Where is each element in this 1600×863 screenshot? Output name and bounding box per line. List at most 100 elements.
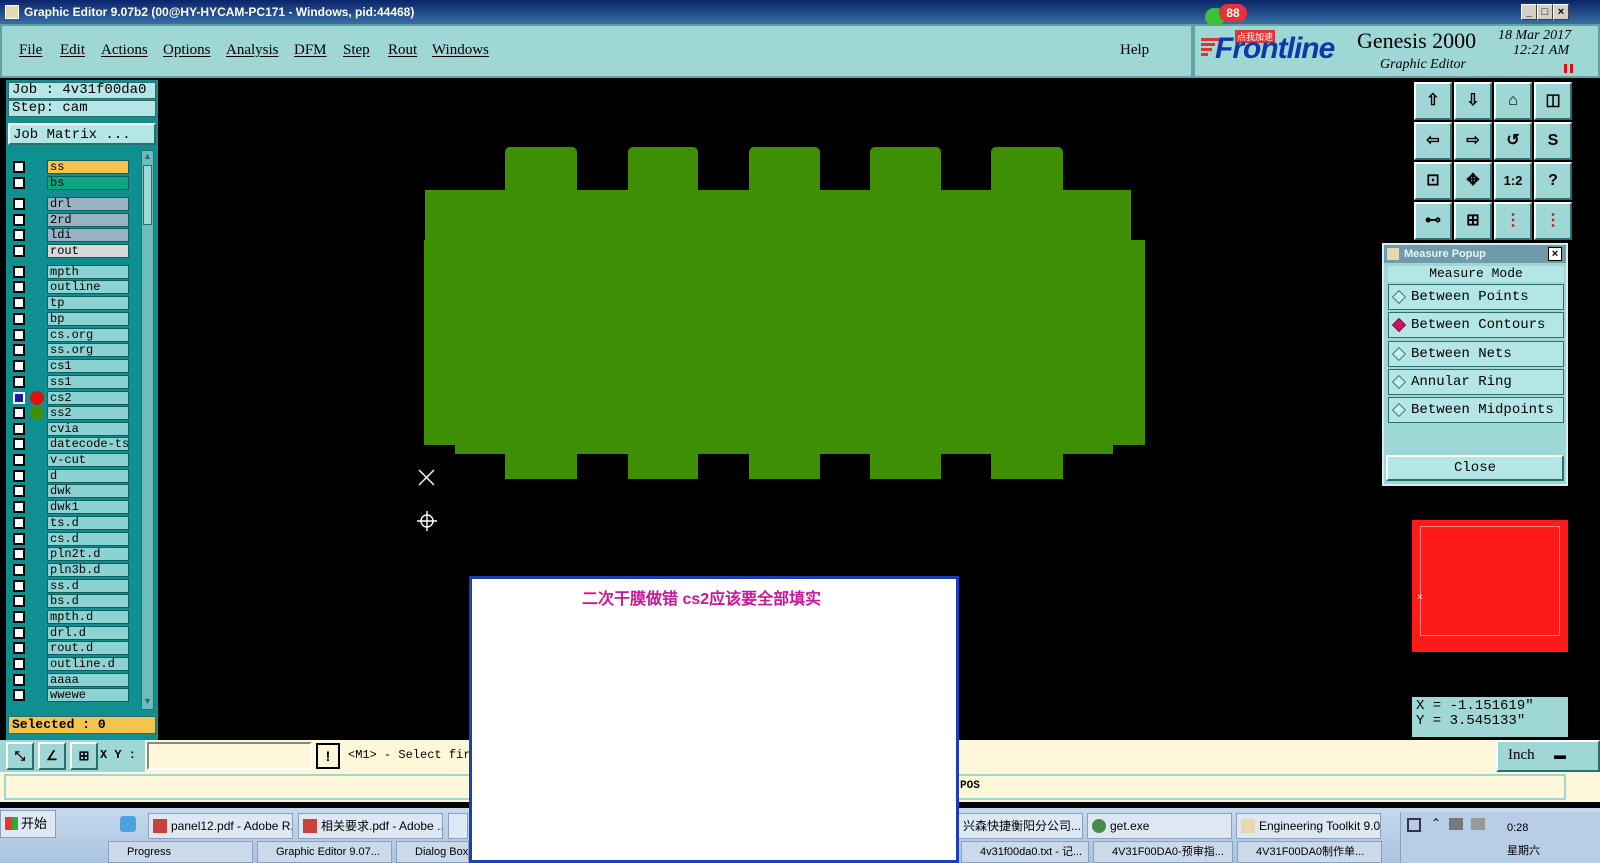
task-dialog-box[interactable]: Dialog Box [396,841,469,863]
layer-row-ss2[interactable]: ss2 [10,406,132,420]
layer-checkbox[interactable] [13,245,25,257]
home-icon[interactable]: ⌂ [1494,82,1532,120]
layer-row-wwewe[interactable]: wwewe [10,688,132,702]
task-panel12-pdf[interactable]: panel12.pdf - Adobe R... [148,813,293,839]
menu-edit[interactable]: Edit [60,42,85,59]
layer-row-dwk1[interactable]: dwk1 [10,500,132,514]
layer-row-cvia[interactable]: cvia [10,422,132,436]
net-tool-2-icon[interactable]: ⋮ [1534,202,1572,240]
layer-row-drl-d[interactable]: drl.d [10,626,132,640]
scale-1to2-icon[interactable]: 1:2 [1494,162,1532,200]
angle-mode-icon[interactable]: ∠ [38,742,66,770]
quicklaunch-icon[interactable] [120,816,136,832]
layer-checkbox[interactable] [13,392,25,404]
minimize-icon[interactable]: _ [1521,4,1537,20]
maximize-icon[interactable]: □ [1537,4,1553,20]
task-engineering-toolkit[interactable]: Engineering Toolkit 9.0... [1236,813,1381,839]
menu-help[interactable]: Help [1120,42,1149,59]
task-company[interactable]: 兴森快捷衡阳分公司... [958,813,1083,839]
layer-checkbox[interactable] [13,214,25,226]
layer-row-ss-d[interactable]: ss.d [10,579,132,593]
alert-icon[interactable]: ! [316,743,340,769]
measure-tool-icon[interactable]: ⊷ [1414,202,1452,240]
menu-actions[interactable]: Actions [101,42,148,59]
layer-row-ldi[interactable]: ldi [10,228,132,242]
menu-rout[interactable]: Rout [388,42,417,59]
layer-row-cs-d[interactable]: cs.d [10,532,132,546]
layer-checkbox[interactable] [13,533,25,545]
layer-row-d[interactable]: d [10,469,132,483]
layer-checkbox[interactable] [13,161,25,173]
task-production-doc[interactable]: 4V31F00DA0制作单... [1237,841,1382,863]
layer-row-drl[interactable]: drl [10,197,132,211]
layer-row-aaaa[interactable]: aaaa [10,673,132,687]
task-progress[interactable]: Progress [108,841,253,863]
layer-row-bs-d[interactable]: bs.d [10,594,132,608]
layer-checkbox[interactable] [13,611,25,623]
layer-row-cs1[interactable]: cs1 [10,359,132,373]
redraw-icon[interactable]: ↺ [1494,122,1532,160]
tray-icon-2[interactable] [1449,818,1463,830]
layer-checkbox[interactable] [13,360,25,372]
measure-close-button[interactable]: Close [1386,455,1564,481]
layer-checkbox[interactable] [13,266,25,278]
unit-selector[interactable]: Inch ▬ [1496,740,1600,772]
layer-row-outline-d[interactable]: outline.d [10,657,132,671]
layer-checkbox[interactable] [13,470,25,482]
layer-row-datecode-ts[interactable]: datecode-ts [10,437,132,451]
task-txt-notepad[interactable]: 4v31f00da0.txt - 记... [961,841,1089,863]
layer-row-2rd[interactable]: 2rd [10,213,132,227]
layer-row-cs-org[interactable]: cs.org [10,328,132,342]
layer-row-pln2t-d[interactable]: pln2t.d [10,547,132,561]
menu-step[interactable]: Step [343,42,370,59]
zoom-up-icon[interactable]: ⇧ [1414,82,1452,120]
pan-right-icon[interactable]: ⇨ [1454,122,1492,160]
snap-mode-icon[interactable]: ⤡ [6,742,34,770]
layer-checkbox[interactable] [13,407,25,419]
layer-row-ss[interactable]: ss [10,160,132,174]
layer-checkbox[interactable] [13,517,25,529]
layer-row-bs[interactable]: bs [10,176,132,190]
layer-row-bp[interactable]: bp [10,312,132,326]
option-between-midpoints[interactable]: Between Midpoints [1388,397,1564,423]
network-icon[interactable] [1471,818,1485,830]
help-icon[interactable]: ? [1534,162,1572,200]
layer-row-ss-org[interactable]: ss.org [10,343,132,357]
layer-checkbox[interactable] [13,313,25,325]
layer-row-tp[interactable]: tp [10,296,132,310]
layer-checkbox[interactable] [13,674,25,686]
layer-checkbox[interactable] [13,329,25,341]
layer-row-v-cut[interactable]: v-cut [10,453,132,467]
option-annular-ring[interactable]: Annular Ring [1388,369,1564,395]
option-between-nets[interactable]: Between Nets [1388,341,1564,367]
layer-checkbox[interactable] [13,198,25,210]
option-between-points[interactable]: Between Points [1388,284,1564,310]
layer-checkbox[interactable] [13,595,25,607]
window-title-bar[interactable]: Graphic Editor 9.07b2 (00@HY-HYCAM-PC171… [0,0,1600,24]
close-icon[interactable]: × [1553,4,1569,20]
task-requirements-pdf[interactable]: 相关要求.pdf - Adobe ... [298,813,443,839]
layer-checkbox[interactable] [13,281,25,293]
layer-checkbox[interactable] [13,658,25,670]
layer-checkbox[interactable] [13,548,25,560]
layer-row-ts-d[interactable]: ts.d [10,516,132,530]
scroll-thumb[interactable] [143,165,152,225]
xy-input[interactable] [147,742,312,770]
window-view-icon[interactable]: ◫ [1534,82,1572,120]
tray-expand-icon[interactable]: ⌃ [1431,816,1441,830]
menu-windows[interactable]: Windows [432,42,489,59]
layer-checkbox[interactable] [13,627,25,639]
menu-options[interactable]: Options [163,42,211,59]
layer-row-rout-d[interactable]: rout.d [10,641,132,655]
layer-checkbox[interactable] [13,297,25,309]
layer-checkbox[interactable] [13,564,25,576]
task-review-doc[interactable]: 4V31F00DA0-预审指... [1093,841,1233,863]
zoom-fit-icon[interactable]: ⊡ [1414,162,1452,200]
layer-checkbox[interactable] [13,454,25,466]
menu-file[interactable]: File [19,42,42,59]
task-get-exe[interactable]: get.exe [1087,813,1232,839]
pan-left-icon[interactable]: ⇦ [1414,122,1452,160]
layer-row-mpth-d[interactable]: mpth.d [10,610,132,624]
layer-checkbox[interactable] [13,344,25,356]
layer-checkbox[interactable] [13,376,25,388]
